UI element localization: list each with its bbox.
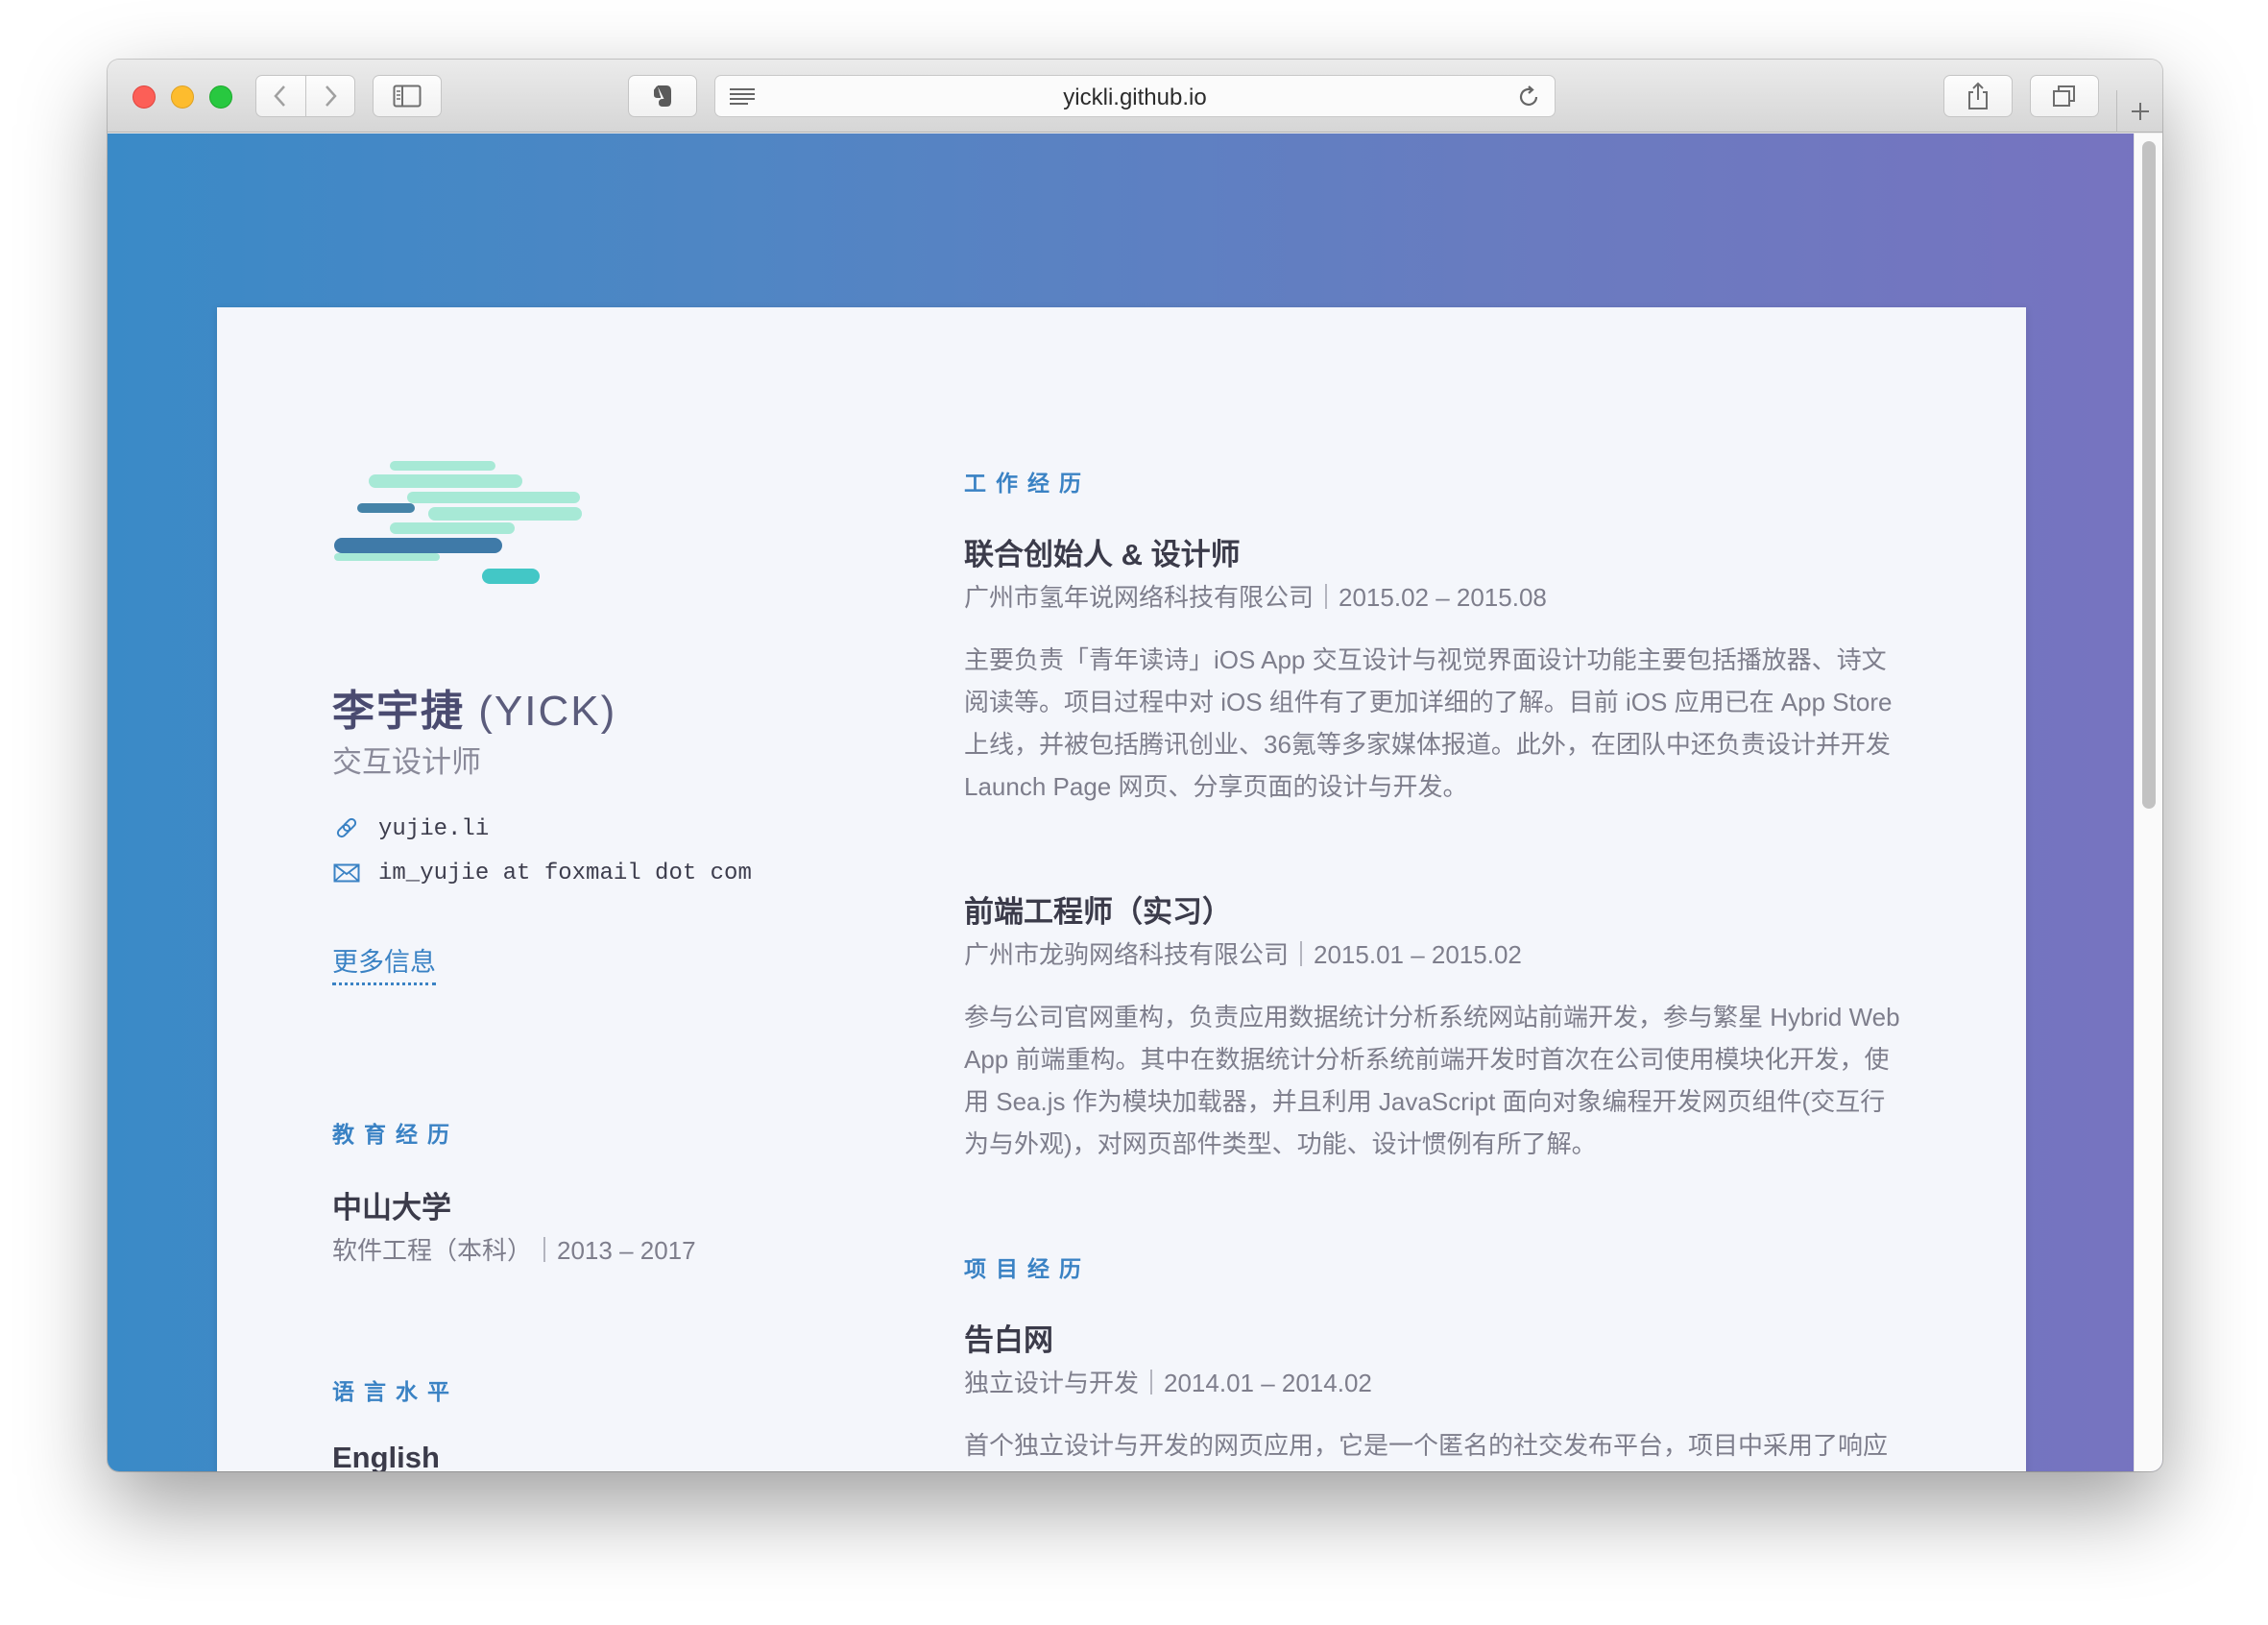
evernote-icon bbox=[654, 85, 671, 107]
job-position: 前端工程师（实习） bbox=[964, 895, 1232, 929]
project-meta: 独立设计与开发｜2014.01 – 2014.02 bbox=[964, 1369, 1372, 1397]
language-section-title: 语言水平 bbox=[332, 1379, 459, 1404]
resume-card: 李宇捷 (YICK) 交互设计师 yujie.li im_yujie at fo… bbox=[217, 307, 2026, 1471]
vertical-scrollbar[interactable] bbox=[2134, 133, 2162, 1471]
project-description: 首个独立设计与开发的网页应用，它是一个匿名的社交发布平台，项目中采用了响应 bbox=[964, 1424, 1915, 1467]
minimize-window-button[interactable] bbox=[171, 85, 194, 109]
browser-window: yickli.github.io 李宇捷 (YICK) 交互设计师 yujie.… bbox=[108, 60, 2162, 1471]
job-meta: 广州市氢年说网络科技有限公司｜2015.02 – 2015.08 bbox=[964, 583, 1547, 612]
work-section-title: 工作经历 bbox=[964, 471, 1091, 496]
link-icon bbox=[332, 814, 361, 843]
close-window-button[interactable] bbox=[133, 85, 156, 109]
website-text: yujie.li bbox=[378, 815, 490, 842]
profile-role: 交互设计师 bbox=[332, 745, 481, 779]
job-description-line: App 前端重构。其中在数据统计分析系统前端开发时首次在公司使用模块化开发，使 bbox=[964, 1045, 1890, 1074]
tabs-icon bbox=[2053, 85, 2075, 107]
zoom-window-button[interactable] bbox=[209, 85, 232, 109]
name-english: (YICK) bbox=[478, 688, 617, 735]
education-school: 中山大学 bbox=[332, 1191, 451, 1225]
mail-icon bbox=[332, 859, 361, 887]
new-tab-button[interactable] bbox=[2116, 90, 2162, 133]
scrollbar-thumb[interactable] bbox=[2142, 141, 2156, 809]
evernote-extension-button[interactable] bbox=[628, 75, 697, 117]
browser-toolbar: yickli.github.io bbox=[108, 60, 2162, 133]
language-item: English bbox=[332, 1441, 440, 1471]
job-description-line: 主要负责「青年读诗」iOS App 交互设计与视觉界面设计功能主要包括播放器、诗… bbox=[964, 645, 1887, 674]
sidebar-icon bbox=[393, 85, 422, 108]
name-chinese: 李宇捷 bbox=[332, 688, 465, 735]
navigation-buttons bbox=[255, 75, 355, 117]
projects-section-title: 项目经历 bbox=[964, 1256, 1091, 1281]
education-section-title: 教育经历 bbox=[332, 1122, 459, 1147]
sidebar-button[interactable] bbox=[373, 75, 442, 117]
cloud-logo-icon bbox=[334, 461, 582, 584]
job-description-line: Launch Page 网页、分享页面的设计与开发。 bbox=[964, 772, 1468, 801]
job-description-line: 用 Sea.js 作为模块加载器，并且利用 JavaScript 面向对象编程开… bbox=[964, 1087, 1886, 1116]
job-description: 主要负责「青年读诗」iOS App 交互设计与视觉界面设计功能主要包括播放器、诗… bbox=[964, 639, 1915, 808]
chevron-left-icon bbox=[274, 85, 286, 107]
forward-button[interactable] bbox=[306, 76, 355, 116]
reload-icon[interactable] bbox=[1516, 85, 1541, 114]
chevron-right-icon bbox=[325, 85, 337, 107]
url-text: yickli.github.io bbox=[1063, 85, 1207, 110]
show-tabs-button[interactable] bbox=[2030, 75, 2099, 117]
job-meta: 广州市龙驹网络科技有限公司｜2015.01 – 2015.02 bbox=[964, 940, 1522, 969]
website-contact[interactable]: yujie.li bbox=[332, 814, 489, 843]
project-name: 告白网 bbox=[964, 1323, 1053, 1357]
share-button[interactable] bbox=[1943, 75, 2013, 117]
page-viewport: 李宇捷 (YICK) 交互设计师 yujie.li im_yujie at fo… bbox=[108, 133, 2162, 1471]
back-button[interactable] bbox=[256, 76, 306, 116]
job-description-line: 为与外观)，对网页部件类型、功能、设计惯例有所了解。 bbox=[964, 1129, 1597, 1158]
plus-icon bbox=[2131, 103, 2149, 120]
education-detail: 软件工程（本科）｜2013 – 2017 bbox=[332, 1236, 696, 1265]
job-description-line: 阅读等。项目过程中对 iOS 组件有了更加详细的了解。目前 iOS 应用已在 A… bbox=[964, 688, 1893, 716]
job-description-line: 上线，并被包括腾讯创业、36氪等多家媒体报道。此外，在团队中还负责设计并开发 bbox=[964, 730, 1891, 759]
address-bar[interactable]: yickli.github.io bbox=[714, 75, 1556, 117]
job-description-line: 参与公司官网重构，负责应用数据统计分析系统网站前端开发，参与繁星 Hybrid … bbox=[964, 1003, 1900, 1031]
email-contact[interactable]: im_yujie at foxmail dot com bbox=[332, 859, 752, 887]
job-description: 参与公司官网重构，负责应用数据统计分析系统网站前端开发，参与繁星 Hybrid … bbox=[964, 996, 1915, 1165]
more-info-link[interactable]: 更多信息 bbox=[332, 941, 436, 985]
job-position: 联合创始人 & 设计师 bbox=[964, 538, 1241, 571]
project-description-line: 首个独立设计与开发的网页应用，它是一个匿名的社交发布平台，项目中采用了响应 bbox=[964, 1431, 1889, 1460]
email-text: im_yujie at foxmail dot com bbox=[378, 860, 752, 886]
profile-name: 李宇捷 (YICK) bbox=[332, 676, 616, 738]
share-icon bbox=[1968, 82, 1988, 109]
